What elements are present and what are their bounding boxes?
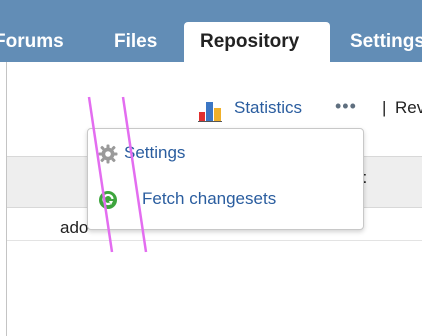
gear-icon [98,144,118,164]
tab-settings[interactable]: Settings [350,22,422,62]
refresh-icon [98,190,118,210]
toolbar-separator: | [382,98,387,117]
statistics-link[interactable]: Statistics [234,98,302,118]
menu-item-label: Settings [124,143,186,162]
top-tab-bar: Forums Files Repository Settings [0,0,422,62]
row-divider [7,240,422,241]
table-cell: ado [60,218,89,237]
menu-item-label: Fetch changesets [142,189,277,208]
more-actions-button[interactable]: ••• [335,96,357,117]
revisions-link[interactable]: Rev [395,98,422,118]
tab-forums[interactable]: Forums [0,22,64,62]
bar-chart-icon [198,100,222,122]
actions-dropdown-menu: Settings Fetch changesets [87,128,364,230]
app-frame: Forums Files Repository Settings Statist… [0,0,422,336]
tab-files[interactable]: Files [114,22,157,62]
tab-repository[interactable]: Repository [184,22,330,62]
